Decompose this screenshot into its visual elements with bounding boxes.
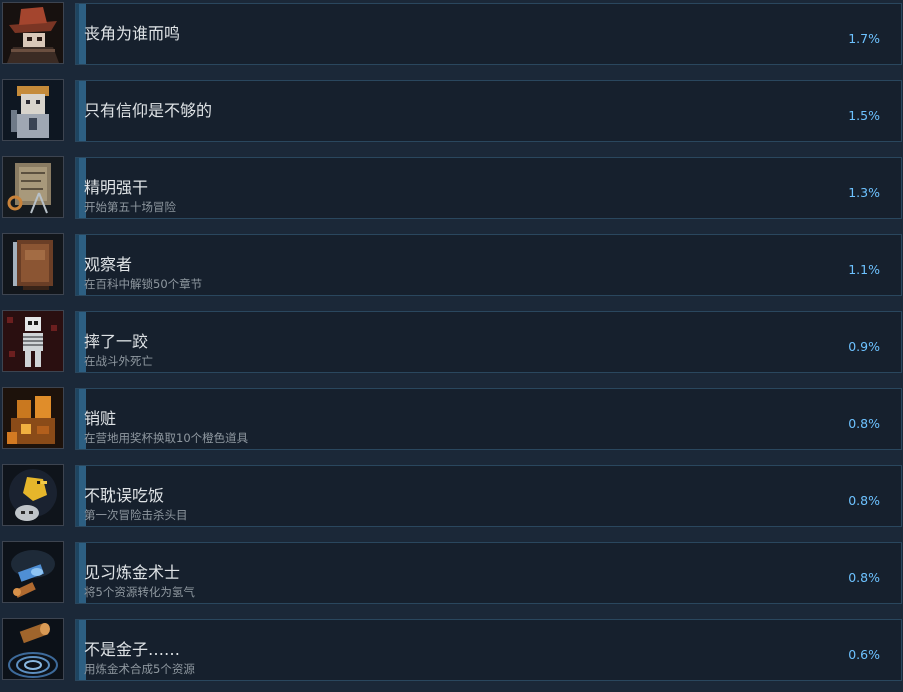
- unlock-percent: 0.8%: [848, 416, 880, 431]
- map-compass-icon: [2, 156, 64, 218]
- achievement-title: 只有信仰是不够的: [84, 101, 213, 120]
- hat-wizard-icon: [2, 2, 64, 64]
- achievement-row[interactable]: 精明强干 开始第五十场冒险 1.3%: [0, 154, 903, 219]
- achievement-row[interactable]: 观察者 在百科中解锁50个章节 1.1%: [0, 231, 903, 296]
- unlock-percent: 1.3%: [848, 185, 880, 200]
- achievement-card: 见习炼金术士 将5个资源转化为氢气 0.8%: [75, 542, 902, 604]
- achievement-card: 销赃 在营地用奖杯换取10个橙色道具 0.8%: [75, 388, 902, 450]
- achievement-card: 只有信仰是不够的 1.5%: [75, 80, 902, 142]
- achievement-row[interactable]: 销赃 在营地用奖杯换取10个橙色道具 0.8%: [0, 385, 903, 450]
- achievement-row[interactable]: 不是金子…… 用炼金术合成5个资源 0.6%: [0, 616, 903, 681]
- encyclopedia-book-icon: [2, 233, 64, 295]
- achievement-title: 精明强干: [84, 178, 149, 197]
- achievement-description: 在百科中解锁50个章节: [84, 277, 203, 291]
- achievement-card: 不是金子…… 用炼金术合成5个资源 0.6%: [75, 619, 902, 681]
- canary-skull-icon: [2, 464, 64, 526]
- achievement-title: 丧角为谁而鸣: [84, 24, 181, 43]
- achievement-description: 在营地用奖杯换取10个橙色道具: [84, 431, 249, 445]
- achievement-list: 丧角为谁而鸣 1.7% 只有信仰是不够的 1.5% 精明强干 开始第五十场冒险 …: [0, 0, 903, 692]
- unlock-percent: 1.1%: [848, 262, 880, 277]
- alchemy-flask-icon: [2, 541, 64, 603]
- achievement-description: 在战斗外死亡: [84, 354, 153, 368]
- achievement-description: 用炼金术合成5个资源: [84, 662, 195, 676]
- achievement-row[interactable]: 丧角为谁而鸣 1.7%: [0, 0, 903, 65]
- achievement-row[interactable]: 只有信仰是不够的 1.5%: [0, 77, 903, 142]
- unlock-percent: 0.9%: [848, 339, 880, 354]
- wood-log-icon: [2, 618, 64, 680]
- unlock-percent: 1.5%: [848, 108, 880, 123]
- achievement-description: 将5个资源转化为氢气: [84, 585, 195, 599]
- unlock-percent: 0.8%: [848, 493, 880, 508]
- achievement-title: 摔了一跤: [84, 332, 149, 351]
- achievement-title: 不是金子……: [84, 640, 181, 659]
- achievement-title: 销赃: [84, 409, 117, 428]
- achievement-title: 见习炼金术士: [84, 563, 181, 582]
- nun-icon: [2, 79, 64, 141]
- achievement-card: 观察者 在百科中解锁50个章节 1.1%: [75, 234, 902, 296]
- achievement-row[interactable]: 摔了一跤 在战斗外死亡 0.9%: [0, 308, 903, 373]
- skeleton-icon: [2, 310, 64, 372]
- unlock-percent: 0.8%: [848, 570, 880, 585]
- achievement-card: 精明强干 开始第五十场冒险 1.3%: [75, 157, 902, 219]
- achievement-description: 第一次冒险击杀头目: [84, 508, 188, 522]
- achievement-card: 摔了一跤 在战斗外死亡 0.9%: [75, 311, 902, 373]
- treasure-pile-icon: [2, 387, 64, 449]
- achievement-title: 不耽误吃饭: [84, 486, 165, 505]
- unlock-percent: 0.6%: [848, 647, 880, 662]
- achievement-card: 不耽误吃饭 第一次冒险击杀头目 0.8%: [75, 465, 902, 527]
- achievement-description: 开始第五十场冒险: [84, 200, 176, 214]
- achievement-row[interactable]: 不耽误吃饭 第一次冒险击杀头目 0.8%: [0, 462, 903, 527]
- achievement-row[interactable]: 见习炼金术士 将5个资源转化为氢气 0.8%: [0, 539, 903, 604]
- achievement-title: 观察者: [84, 255, 133, 274]
- unlock-percent: 1.7%: [848, 31, 880, 46]
- achievement-card: 丧角为谁而鸣 1.7%: [75, 3, 902, 65]
